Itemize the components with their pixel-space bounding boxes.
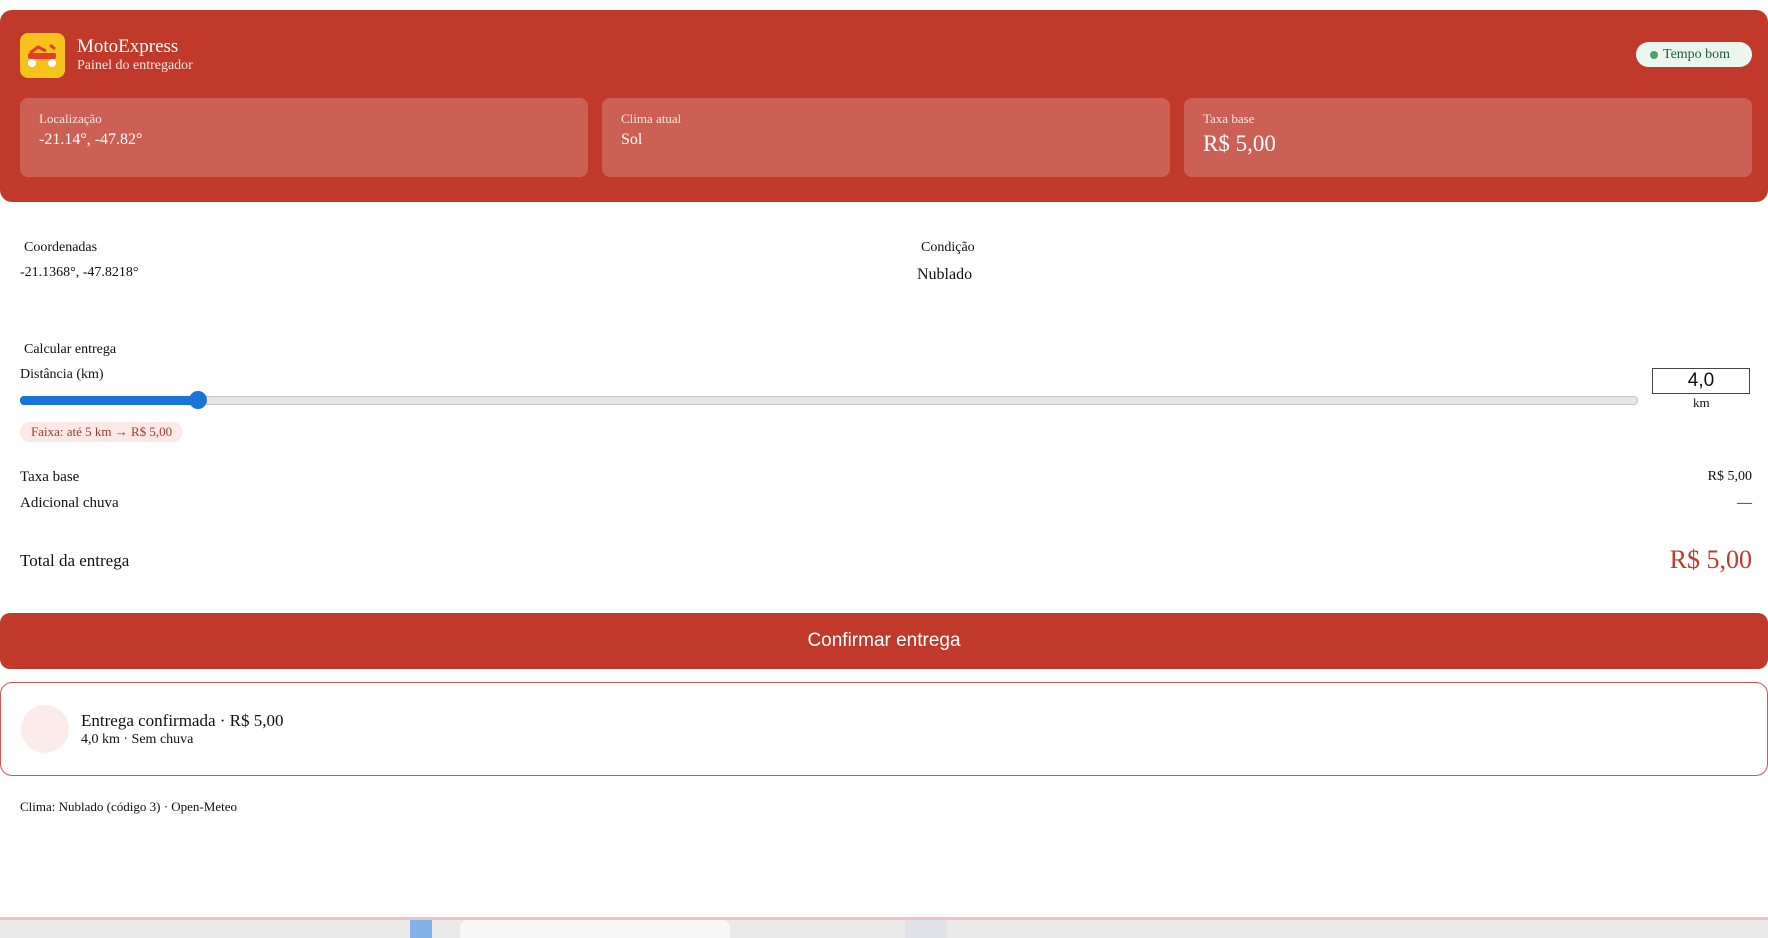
- app-title: MotoExpress: [77, 36, 179, 57]
- calculator-title: Calcular entrega: [24, 342, 117, 357]
- distance-input[interactable]: 4,0: [1652, 368, 1750, 394]
- weather-card-value: Sol: [621, 131, 643, 148]
- distance-label: Distância (km): [20, 367, 104, 382]
- taskbar-app-icon[interactable]: [905, 920, 947, 938]
- confirmation-subtitle: 4,0 km · Sem chuva: [81, 732, 194, 747]
- weather-card-label: Clima atual: [621, 111, 682, 126]
- taskbar-search-box[interactable]: [460, 920, 730, 938]
- start-icon[interactable]: [410, 920, 432, 938]
- location-card-label: Localização: [39, 111, 102, 126]
- weather-card: Clima atual Sol: [602, 98, 1170, 177]
- coordinates-value: -21.1368°, -47.8218°: [20, 265, 139, 280]
- weather-status-label: Tempo bom: [1663, 47, 1731, 62]
- weather-status-badge: Tempo bom: [1636, 42, 1752, 67]
- header: MotoExpress Painel do entregador Tempo b…: [0, 10, 1768, 202]
- base-fee-card-value: R$ 5,00: [1203, 131, 1276, 156]
- status-dot-icon: [1650, 51, 1658, 59]
- confirm-delivery-button[interactable]: Confirmar entrega: [0, 613, 1768, 669]
- location-card-value: -21.14°, -47.82°: [39, 131, 143, 148]
- distance-slider-thumb[interactable]: [188, 391, 207, 409]
- taskbar: [0, 920, 1768, 938]
- location-card: Localização -21.14°, -47.82°: [20, 98, 588, 177]
- confirmation-title: Entrega confirmada · R$ 5,00: [81, 711, 284, 730]
- condition-value: Nublado: [917, 266, 973, 283]
- confirmation-card: Entrega confirmada · R$ 5,00 4,0 km · Se…: [0, 682, 1768, 776]
- page: MotoExpress Painel do entregador Tempo b…: [0, 0, 1768, 938]
- rain-surcharge-value: —: [1737, 495, 1752, 511]
- coordinates-label: Coordenadas: [24, 240, 98, 255]
- base-fee-value: R$ 5,00: [1707, 469, 1752, 484]
- distance-slider-fill: [20, 396, 198, 405]
- scooter-icon: [20, 33, 65, 78]
- distance-unit: km: [1693, 395, 1710, 410]
- base-fee-card: Taxa base R$ 5,00: [1184, 98, 1752, 177]
- rain-surcharge-label: Adicional chuva: [20, 495, 119, 511]
- total-value: R$ 5,00: [1669, 545, 1752, 574]
- confirmation-avatar: [21, 705, 69, 753]
- weather-source-note: Clima: Nublado (código 3) · Open-Meteo: [20, 799, 237, 814]
- range-chip: Faixa: até 5 km → R$ 5,00: [20, 422, 184, 442]
- distance-slider[interactable]: [20, 396, 1638, 405]
- base-fee-card-label: Taxa base: [1203, 111, 1255, 126]
- total-label: Total da entrega: [20, 551, 130, 570]
- app-subtitle: Painel do entregador: [77, 58, 193, 73]
- base-fee-label: Taxa base: [20, 469, 80, 485]
- condition-label: Condição: [921, 240, 975, 255]
